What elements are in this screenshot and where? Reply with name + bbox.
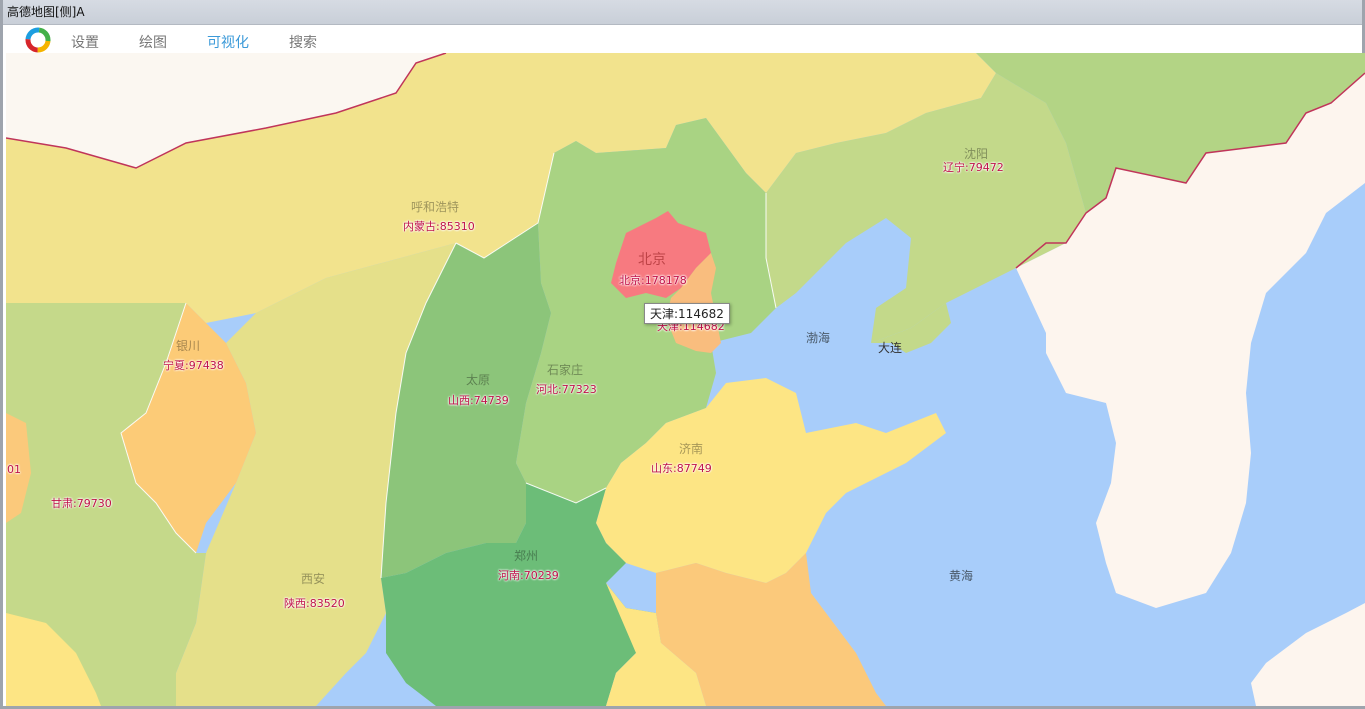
sea-label-huanghai: 黄海 [949,569,974,583]
city-label-shijiazhuang: 石家庄 [547,363,584,377]
window-title: 高德地图[侧]A [7,5,85,19]
region-label-shanxi: 山西:74739 [448,394,509,407]
menu-visualize[interactable]: 可视化 [207,32,249,52]
menu-draw[interactable]: 绘图 [139,32,167,52]
region-label-shandong: 山东:87749 [651,462,712,475]
region-label-neimenggu: 内蒙古:85310 [403,220,475,233]
title-bar: 高德地图[侧]A [3,0,1362,25]
region-label-partial: 01 [7,463,21,476]
city-label-taiyuan: 太原 [466,373,491,387]
region-label-henan: 河南:70239 [498,569,559,582]
region-label-ningxia: 宁夏:97438 [163,359,224,372]
city-label-xian: 西安 [301,572,326,586]
sea-label-bohai: 渤海 [806,331,831,345]
app-window: 高德地图[侧]A 设置 绘图 可视化 搜索 呼和浩特 北京 沈阳 太原 石家庄 … [0,0,1365,709]
land-japan [1251,603,1365,706]
city-label-zhengzhou: 郑州 [514,549,539,563]
app-logo-icon[interactable] [25,27,51,53]
region-label-hebei: 河北:77323 [536,383,597,396]
region-label-shaanxi: 陕西:83520 [284,597,345,610]
region-label-beijing[interactable]: 北京:178178 [619,272,687,288]
map-tooltip: 天津:114682 [644,303,730,324]
city-label-beijing: 北京 [638,252,666,268]
menu-settings[interactable]: 设置 [71,32,99,52]
region-label-liaoning: 辽宁:79472 [943,161,1004,174]
city-label-yinchuan: 银川 [176,339,201,353]
menu-search[interactable]: 搜索 [289,32,317,52]
region-label-gansu: 甘肃:79730 [51,497,112,510]
city-label-jinan: 济南 [679,442,704,456]
city-label-huhehaote: 呼和浩特 [411,200,460,214]
city-label-dalian: 大连 [878,341,903,355]
map-svg [6,53,1365,706]
menu-bar: 设置 绘图 可视化 搜索 [3,25,1362,53]
map-canvas[interactable]: 呼和浩特 北京 沈阳 太原 石家庄 银川 济南 郑州 西安 大连 渤海 黄海 内… [6,53,1365,706]
